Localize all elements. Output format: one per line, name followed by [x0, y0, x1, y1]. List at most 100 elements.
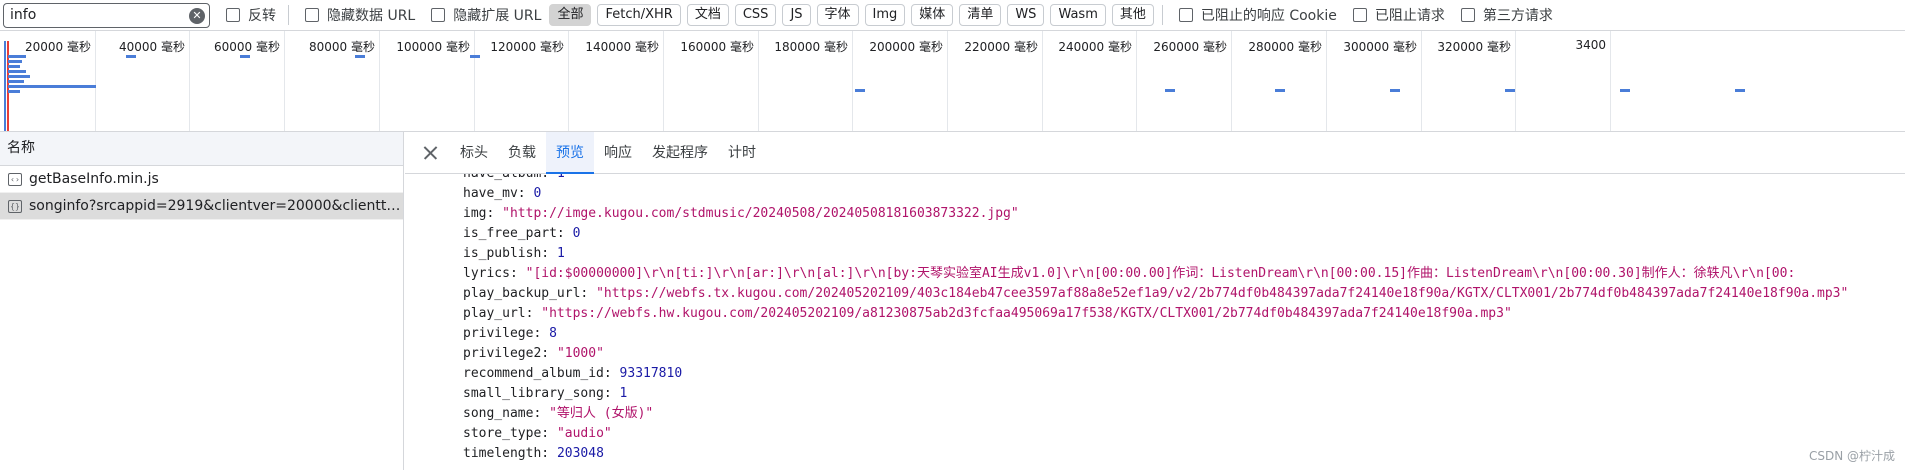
preview-property[interactable]: song_name: "等归人 (女版)" — [463, 404, 653, 424]
timeline-bar — [1505, 89, 1515, 92]
detail-tab[interactable]: 负载 — [498, 132, 546, 174]
preview-property[interactable]: have_album: 1 — [463, 174, 565, 184]
timeline-bar — [1165, 89, 1175, 92]
timeline-gridline — [189, 31, 190, 131]
close-icon[interactable] — [410, 133, 450, 173]
property-key: play_url — [463, 306, 526, 321]
filter-chip[interactable]: CSS — [734, 4, 777, 26]
json-file-icon: {} — [8, 199, 22, 213]
third-party-label: 第三方请求 — [1482, 8, 1553, 24]
preview-property[interactable]: play_url: "https://webfs.hw.kugou.com/20… — [463, 304, 1512, 324]
filter-chip[interactable]: Img — [864, 4, 906, 26]
blocked-requests-label: 已阻止请求 — [1374, 8, 1445, 24]
timeline-bar — [8, 80, 24, 83]
timeline-tick-label: 240000 毫秒 — [1058, 40, 1132, 54]
filter-chip[interactable]: Fetch/XHR — [597, 4, 681, 26]
preview-property[interactable]: timelength: 203048 — [463, 444, 604, 464]
blocked-requests-checkbox[interactable]: 已阻止请求 — [1352, 5, 1445, 25]
filter-toolbar: ✕ 反转 隐藏数据 URL 隐藏扩展 URL 全部Fetch/XHR文档CSSJ… — [0, 0, 1905, 31]
network-overview-timeline[interactable]: 20000 毫秒 40000 毫秒 60000 毫秒 80000 毫秒 100000 毫… — [0, 31, 1905, 132]
preview-property[interactable]: lyrics: "[id:$00000000]\r\n[ti:]\r\n[ar:… — [463, 264, 1795, 284]
filter-search-box[interactable]: ✕ — [3, 2, 210, 28]
property-value: 1 — [557, 174, 565, 181]
request-name: songinfo?srcappid=2919&clientver=20000&c… — [29, 198, 403, 214]
timeline-tick-label: 160000 毫秒 — [680, 40, 754, 54]
property-key: is_publish — [463, 246, 542, 261]
property-value: 203048 — [556, 446, 604, 461]
detail-tab[interactable]: 响应 — [594, 132, 642, 174]
property-key: img — [463, 206, 487, 221]
filter-chip[interactable]: Wasm — [1050, 4, 1106, 26]
request-list-pane: 名称 ‹› getBaseInfo.min.js {} songinfo?srcapp… — [0, 132, 404, 470]
timeline-bar — [1390, 89, 1400, 92]
property-value: 0 — [572, 226, 581, 241]
hide-data-urls-label: 隐藏数据 URL — [327, 8, 416, 24]
property-colon: : — [525, 306, 542, 321]
request-row[interactable]: ‹› getBaseInfo.min.js — [0, 166, 403, 193]
timeline-tick-label: 320000 毫秒 — [1437, 40, 1511, 54]
property-value: 0 — [533, 186, 542, 201]
checkbox-box[interactable] — [1178, 8, 1193, 22]
preview-property[interactable]: is_publish: 1 — [463, 244, 565, 264]
checkbox-box[interactable] — [226, 8, 240, 22]
preview-property[interactable]: recommend_album_id: 93317810 — [463, 364, 682, 384]
property-colon: : — [533, 406, 550, 421]
preview-property[interactable]: have_mv: 0 — [463, 184, 541, 204]
checkbox-box[interactable] — [1352, 8, 1367, 22]
filter-chip[interactable]: 全部 — [549, 4, 592, 26]
property-key: song_name — [463, 406, 534, 421]
timeline-bar — [8, 65, 20, 68]
script-file-icon: ‹› — [8, 172, 22, 186]
third-party-checkbox[interactable]: 第三方请求 — [1460, 5, 1553, 25]
filter-input[interactable] — [10, 7, 190, 23]
checkbox-box[interactable] — [431, 8, 446, 22]
preview-property[interactable]: play_backup_url: "https://webfs.tx.kugou… — [463, 284, 1848, 304]
divider — [288, 5, 289, 25]
checkbox-box[interactable] — [1460, 8, 1475, 22]
property-key: recommend_album_id — [463, 366, 604, 381]
property-colon: : — [541, 174, 557, 181]
detail-tab[interactable]: 预览 — [546, 131, 594, 174]
detail-tab-bar: 标头 负载 预览 响应 发起程序 计时 — [405, 131, 1905, 174]
timeline-tick-label: 260000 毫秒 — [1153, 40, 1227, 54]
timeline-tick-label: 220000 毫秒 — [964, 40, 1038, 54]
filter-chip[interactable]: 字体 — [816, 4, 859, 26]
filter-chip[interactable]: WS — [1007, 4, 1045, 26]
property-colon: : — [533, 326, 550, 341]
filter-chip[interactable]: 媒体 — [911, 4, 954, 26]
preview-property[interactable]: store_type: "audio" — [463, 424, 612, 444]
hide-extension-urls-checkbox[interactable]: 隐藏扩展 URL — [431, 5, 541, 25]
invert-checkbox[interactable]: 反转 — [226, 5, 276, 25]
property-value: "https://webfs.hw.kugou.com/202405202109… — [541, 306, 1512, 321]
preview-property[interactable]: privilege2: "1000" — [463, 344, 604, 364]
request-row[interactable]: {} songinfo?srcappid=2919&clientver=20000… — [0, 193, 403, 220]
timeline-gridline — [1136, 31, 1137, 131]
preview-property[interactable]: is_free_part: 0 — [463, 224, 580, 244]
timeline-bar — [126, 55, 136, 58]
filter-chip[interactable]: 清单 — [959, 4, 1002, 26]
property-value: "等归人 (女版)" — [549, 406, 654, 421]
timeline-gridline — [758, 31, 759, 131]
timeline-tick-label: 300000 毫秒 — [1343, 40, 1417, 54]
timeline-bar — [855, 89, 865, 92]
timeline-tick-label: 280000 毫秒 — [1248, 40, 1322, 54]
hide-data-urls-checkbox[interactable]: 隐藏数据 URL — [305, 5, 415, 25]
filter-chip[interactable]: 文档 — [686, 4, 729, 26]
property-key: lyrics — [463, 266, 510, 281]
clear-icon[interactable]: ✕ — [189, 7, 205, 24]
property-value: 8 — [549, 326, 557, 341]
name-column-header[interactable]: 名称 — [0, 132, 403, 166]
property-key: have_mv — [463, 186, 518, 201]
checkbox-box[interactable] — [305, 8, 319, 22]
response-preview[interactable]: CSDN @柠汁成 have_album: 1have_mv: 0img: "h… — [405, 174, 1905, 470]
preview-property[interactable]: img: "http://imge.kugou.com/stdmusic/202… — [463, 204, 1019, 224]
timeline-bar — [8, 55, 26, 58]
filter-chip[interactable]: JS — [782, 4, 811, 26]
preview-property[interactable]: privilege: 8 — [463, 324, 557, 344]
blocked-cookies-checkbox[interactable]: 已阻止的响应 Cookie — [1178, 5, 1337, 25]
filter-chip[interactable]: 其他 — [1111, 4, 1154, 26]
detail-tab[interactable]: 发起程序 — [642, 132, 718, 174]
preview-property[interactable]: small_library_song: 1 — [463, 384, 627, 404]
detail-tab[interactable]: 计时 — [718, 132, 766, 174]
detail-tab[interactable]: 标头 — [450, 132, 498, 174]
